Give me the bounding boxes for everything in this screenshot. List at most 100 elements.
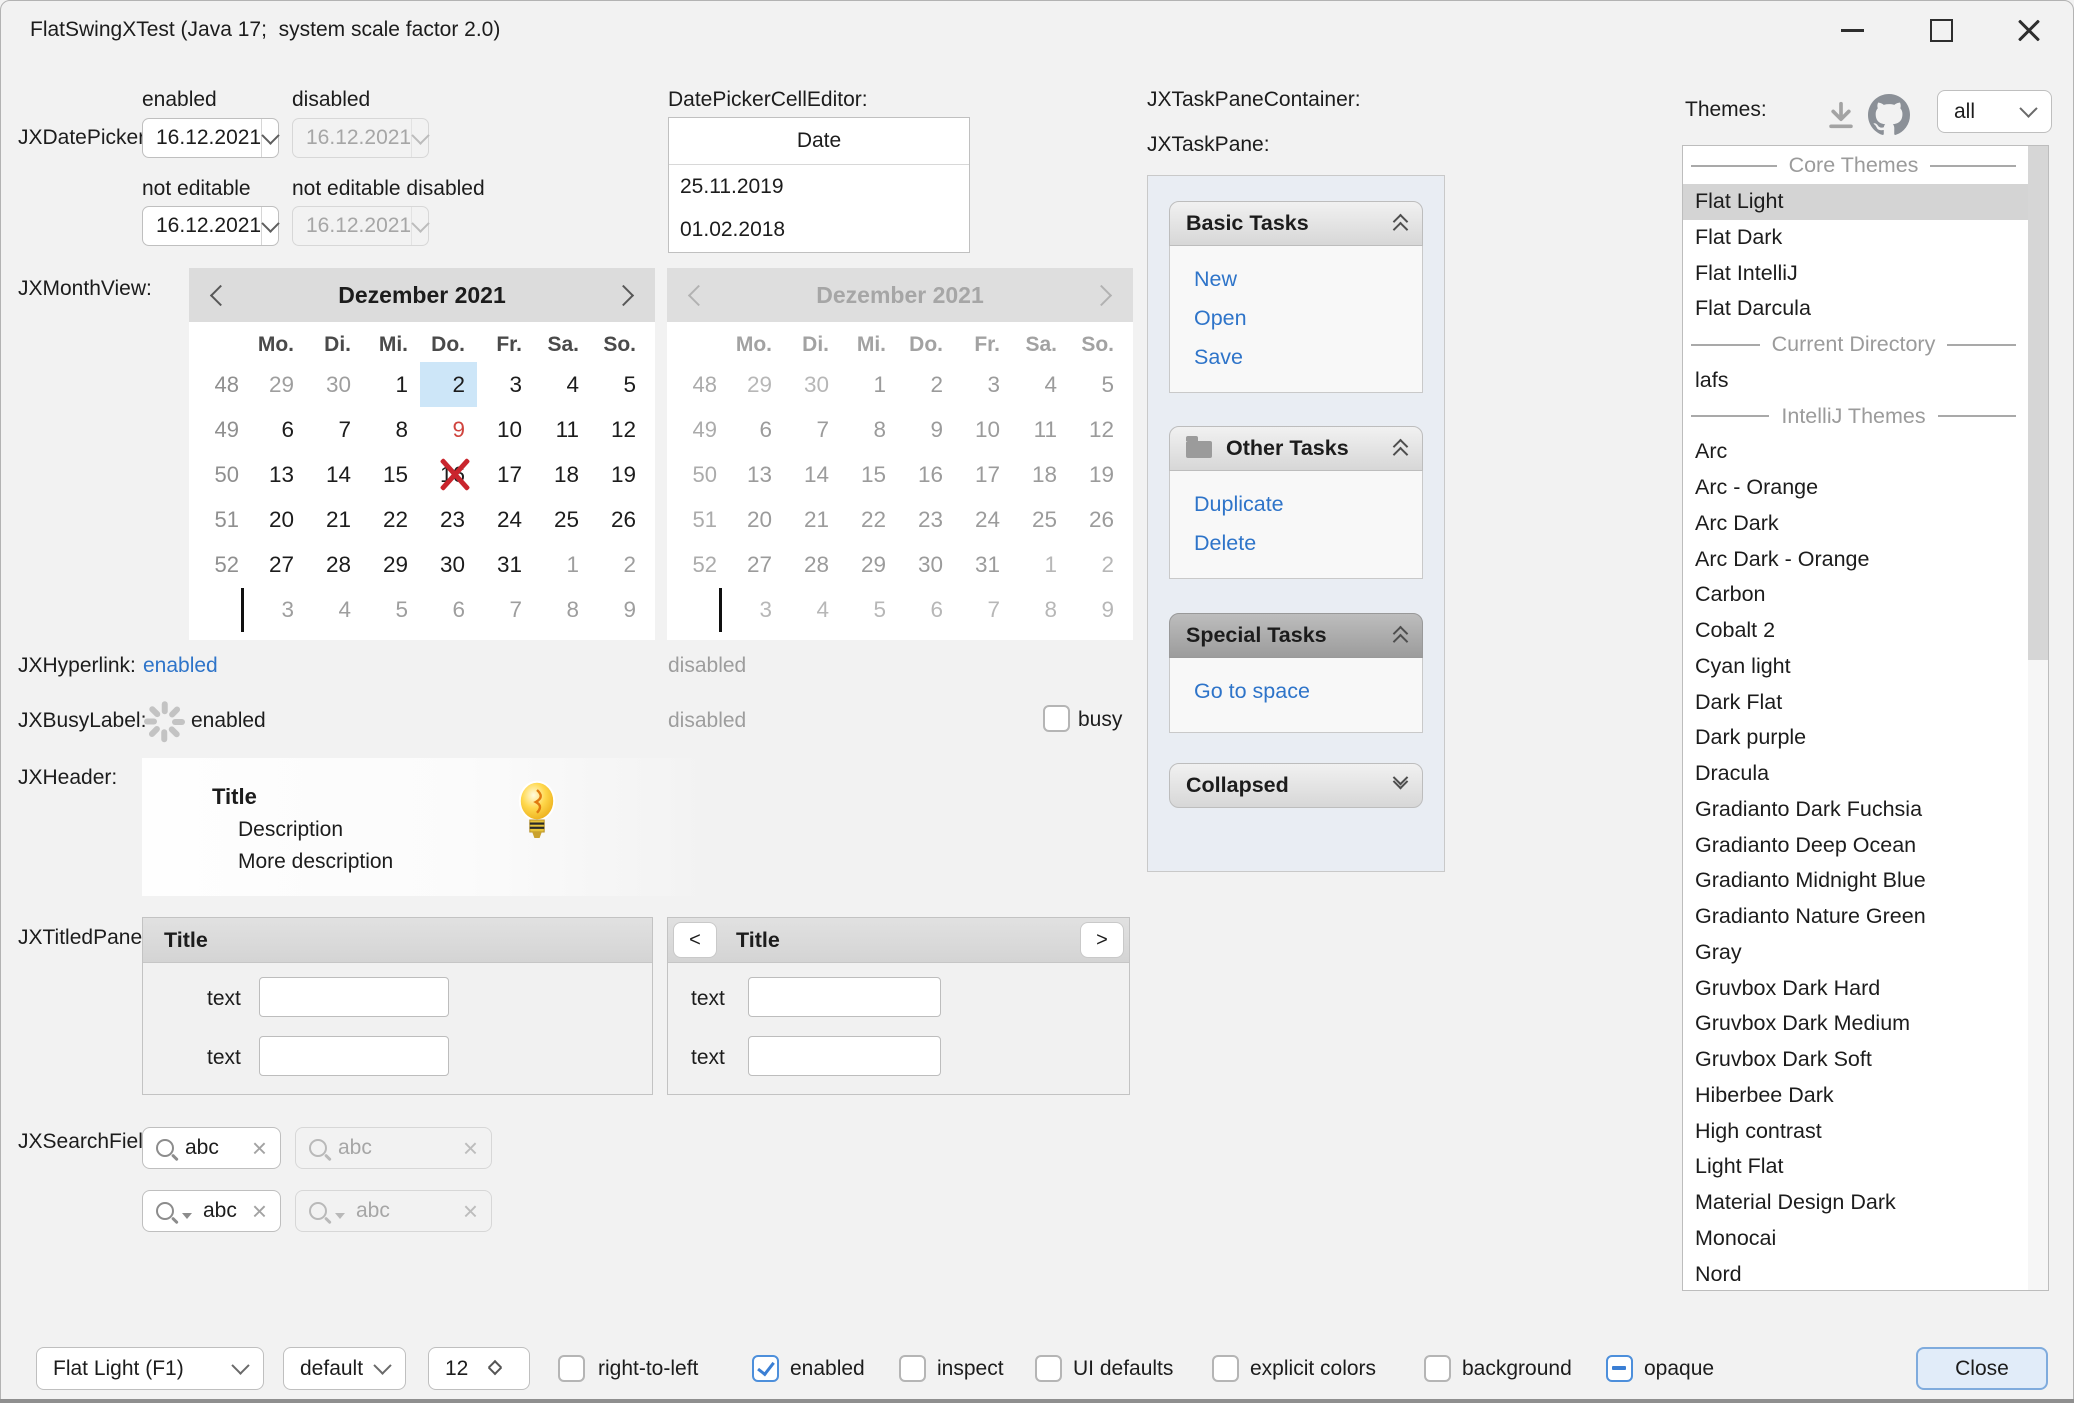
collapse-icon[interactable]	[1395, 628, 1406, 644]
theme-list-item[interactable]: Gruvbox Dark Hard	[1683, 970, 2028, 1006]
calendar-day[interactable]: 29	[841, 542, 898, 587]
theme-list-item[interactable]: Carbon	[1683, 577, 2028, 613]
theme-list-item[interactable]: Arc - Orange	[1683, 470, 2028, 506]
collapse-icon[interactable]	[1395, 441, 1406, 457]
theme-list-item[interactable]: Arc Dark - Orange	[1683, 541, 2028, 577]
calendar-day[interactable]: 28	[784, 542, 841, 587]
calendar-day[interactable]: 9	[898, 407, 955, 452]
calendar-day[interactable]: 20	[727, 497, 784, 542]
calendar-day[interactable]: 1	[841, 362, 898, 407]
calendar-day[interactable]: 15	[363, 452, 420, 497]
datepicker-dropdown-button[interactable]	[261, 119, 278, 157]
calendar-day[interactable]: 1	[1012, 542, 1069, 587]
calendar-day[interactable]: 2	[591, 542, 648, 587]
calendar-day[interactable]: 26	[1069, 497, 1126, 542]
calendar-day[interactable]: 7	[955, 587, 1012, 632]
close-button[interactable]: Close	[1916, 1347, 2048, 1390]
datepicker-not-editable[interactable]: 16.12.2021	[142, 206, 279, 246]
table-row[interactable]: 25.11.2019	[669, 165, 969, 208]
laf-combobox[interactable]: Flat Light (F1)	[36, 1347, 264, 1390]
spinner-buttons[interactable]	[490, 1362, 516, 1376]
themes-filter-combobox[interactable]: all	[1937, 90, 2052, 133]
calendar-day[interactable]: 21	[784, 497, 841, 542]
titledpanel-text-field[interactable]	[748, 1036, 941, 1076]
calendar-day[interactable]: 10	[477, 407, 534, 452]
clear-icon[interactable]: ×	[252, 1198, 267, 1224]
prev-month-icon[interactable]	[210, 284, 231, 305]
calendar-day[interactable]: 2	[1069, 542, 1126, 587]
checkbox-inspect[interactable]	[899, 1355, 926, 1382]
calendar-day[interactable]: 8	[841, 407, 898, 452]
calendar-day[interactable]: 27	[249, 542, 306, 587]
theme-list-item[interactable]: Arc Dark	[1683, 506, 2028, 542]
calendar-day[interactable]: 3	[727, 587, 784, 632]
theme-list-item[interactable]: Gruvbox Dark Medium	[1683, 1006, 2028, 1042]
taskpane-link[interactable]: Duplicate	[1194, 492, 1422, 517]
calendar-day[interactable]: 1	[363, 362, 420, 407]
calendar-day[interactable]: 20	[249, 497, 306, 542]
calendar-day[interactable]: 22	[363, 497, 420, 542]
calendar-day[interactable]: 8	[534, 587, 591, 632]
titledpanel-text-field[interactable]	[259, 1036, 449, 1076]
github-icon[interactable]	[1868, 94, 1910, 136]
calendar-day[interactable]: 27	[727, 542, 784, 587]
calendar-day[interactable]: 6	[420, 587, 477, 632]
calendar-day[interactable]: 22	[841, 497, 898, 542]
theme-list-item[interactable]: Arc	[1683, 434, 2028, 470]
calendar-day[interactable]: 11	[534, 407, 591, 452]
theme-list-item[interactable]: Gradianto Deep Ocean	[1683, 827, 2028, 863]
taskpane-link[interactable]: Delete	[1194, 531, 1422, 556]
font-combobox[interactable]: default	[283, 1347, 406, 1390]
calendar-day[interactable]: 17	[955, 452, 1012, 497]
calendar-day[interactable]: 15	[841, 452, 898, 497]
theme-list-item[interactable]: Flat Dark	[1683, 220, 2028, 256]
calendar-day[interactable]: 8	[1012, 587, 1069, 632]
calendar-day[interactable]: 9	[591, 587, 648, 632]
theme-list-item[interactable]: Light Flat	[1683, 1149, 2028, 1185]
calendar-day[interactable]: 19	[591, 452, 648, 497]
checkbox-background[interactable]	[1424, 1355, 1451, 1382]
theme-list-item[interactable]: Flat Light	[1683, 184, 2028, 220]
theme-list-item[interactable]: Dark purple	[1683, 720, 2028, 756]
calendar-day[interactable]: 7	[784, 407, 841, 452]
calendar-day[interactable]: 4	[784, 587, 841, 632]
calendar-day[interactable]: 14	[784, 452, 841, 497]
taskpane-group-header[interactable]: Special Tasks	[1169, 613, 1423, 658]
calendar-day[interactable]: 25	[534, 497, 591, 542]
calendar-day[interactable]: 7	[306, 407, 363, 452]
checkbox-right-to-left[interactable]	[558, 1355, 585, 1382]
calendar-day[interactable]: 19	[1069, 452, 1126, 497]
calendar-day[interactable]: 21	[306, 497, 363, 542]
calendar-day[interactable]: 29	[249, 362, 306, 407]
calendar-day[interactable]: 7	[477, 587, 534, 632]
theme-list-item[interactable]: High contrast	[1683, 1113, 2028, 1149]
calendar-day[interactable]: 14	[306, 452, 363, 497]
table-row[interactable]: 01.02.2018	[669, 208, 969, 251]
taskpane-group-header[interactable]: Collapsed	[1169, 763, 1423, 808]
prev-month-icon[interactable]	[688, 284, 709, 305]
calendar-day[interactable]: 13	[727, 452, 784, 497]
hyperlink-enabled[interactable]: enabled	[143, 654, 218, 678]
taskpane-link[interactable]: Save	[1194, 345, 1422, 370]
theme-list-item[interactable]: Nord	[1683, 1256, 2028, 1291]
close-window-button[interactable]	[2000, 2, 2058, 58]
theme-list-item[interactable]: Dark Flat	[1683, 684, 2028, 720]
calendar-day[interactable]: 5	[591, 362, 648, 407]
calendar-day[interactable]: 3	[249, 587, 306, 632]
calendar-day[interactable]: 29	[363, 542, 420, 587]
calendar-day[interactable]: 4	[1012, 362, 1069, 407]
calendar-day[interactable]: 5	[363, 587, 420, 632]
calendar-day[interactable]: 9	[420, 407, 477, 452]
calendar-day[interactable]: 4	[306, 587, 363, 632]
maximize-button[interactable]	[1912, 2, 1970, 58]
calendar-day[interactable]: 29	[727, 362, 784, 407]
taskpane-link[interactable]: Open	[1194, 306, 1422, 331]
calendar-day[interactable]: 24	[955, 497, 1012, 542]
titledpanel-text-field[interactable]	[259, 977, 449, 1017]
calendar-day[interactable]: 16	[898, 452, 955, 497]
checkbox-ui-defaults[interactable]	[1035, 1355, 1062, 1382]
calendar-day[interactable]: 17	[477, 452, 534, 497]
calendar-day[interactable]: 23	[898, 497, 955, 542]
calendar-day[interactable]: 8	[363, 407, 420, 452]
next-month-icon[interactable]	[613, 284, 634, 305]
